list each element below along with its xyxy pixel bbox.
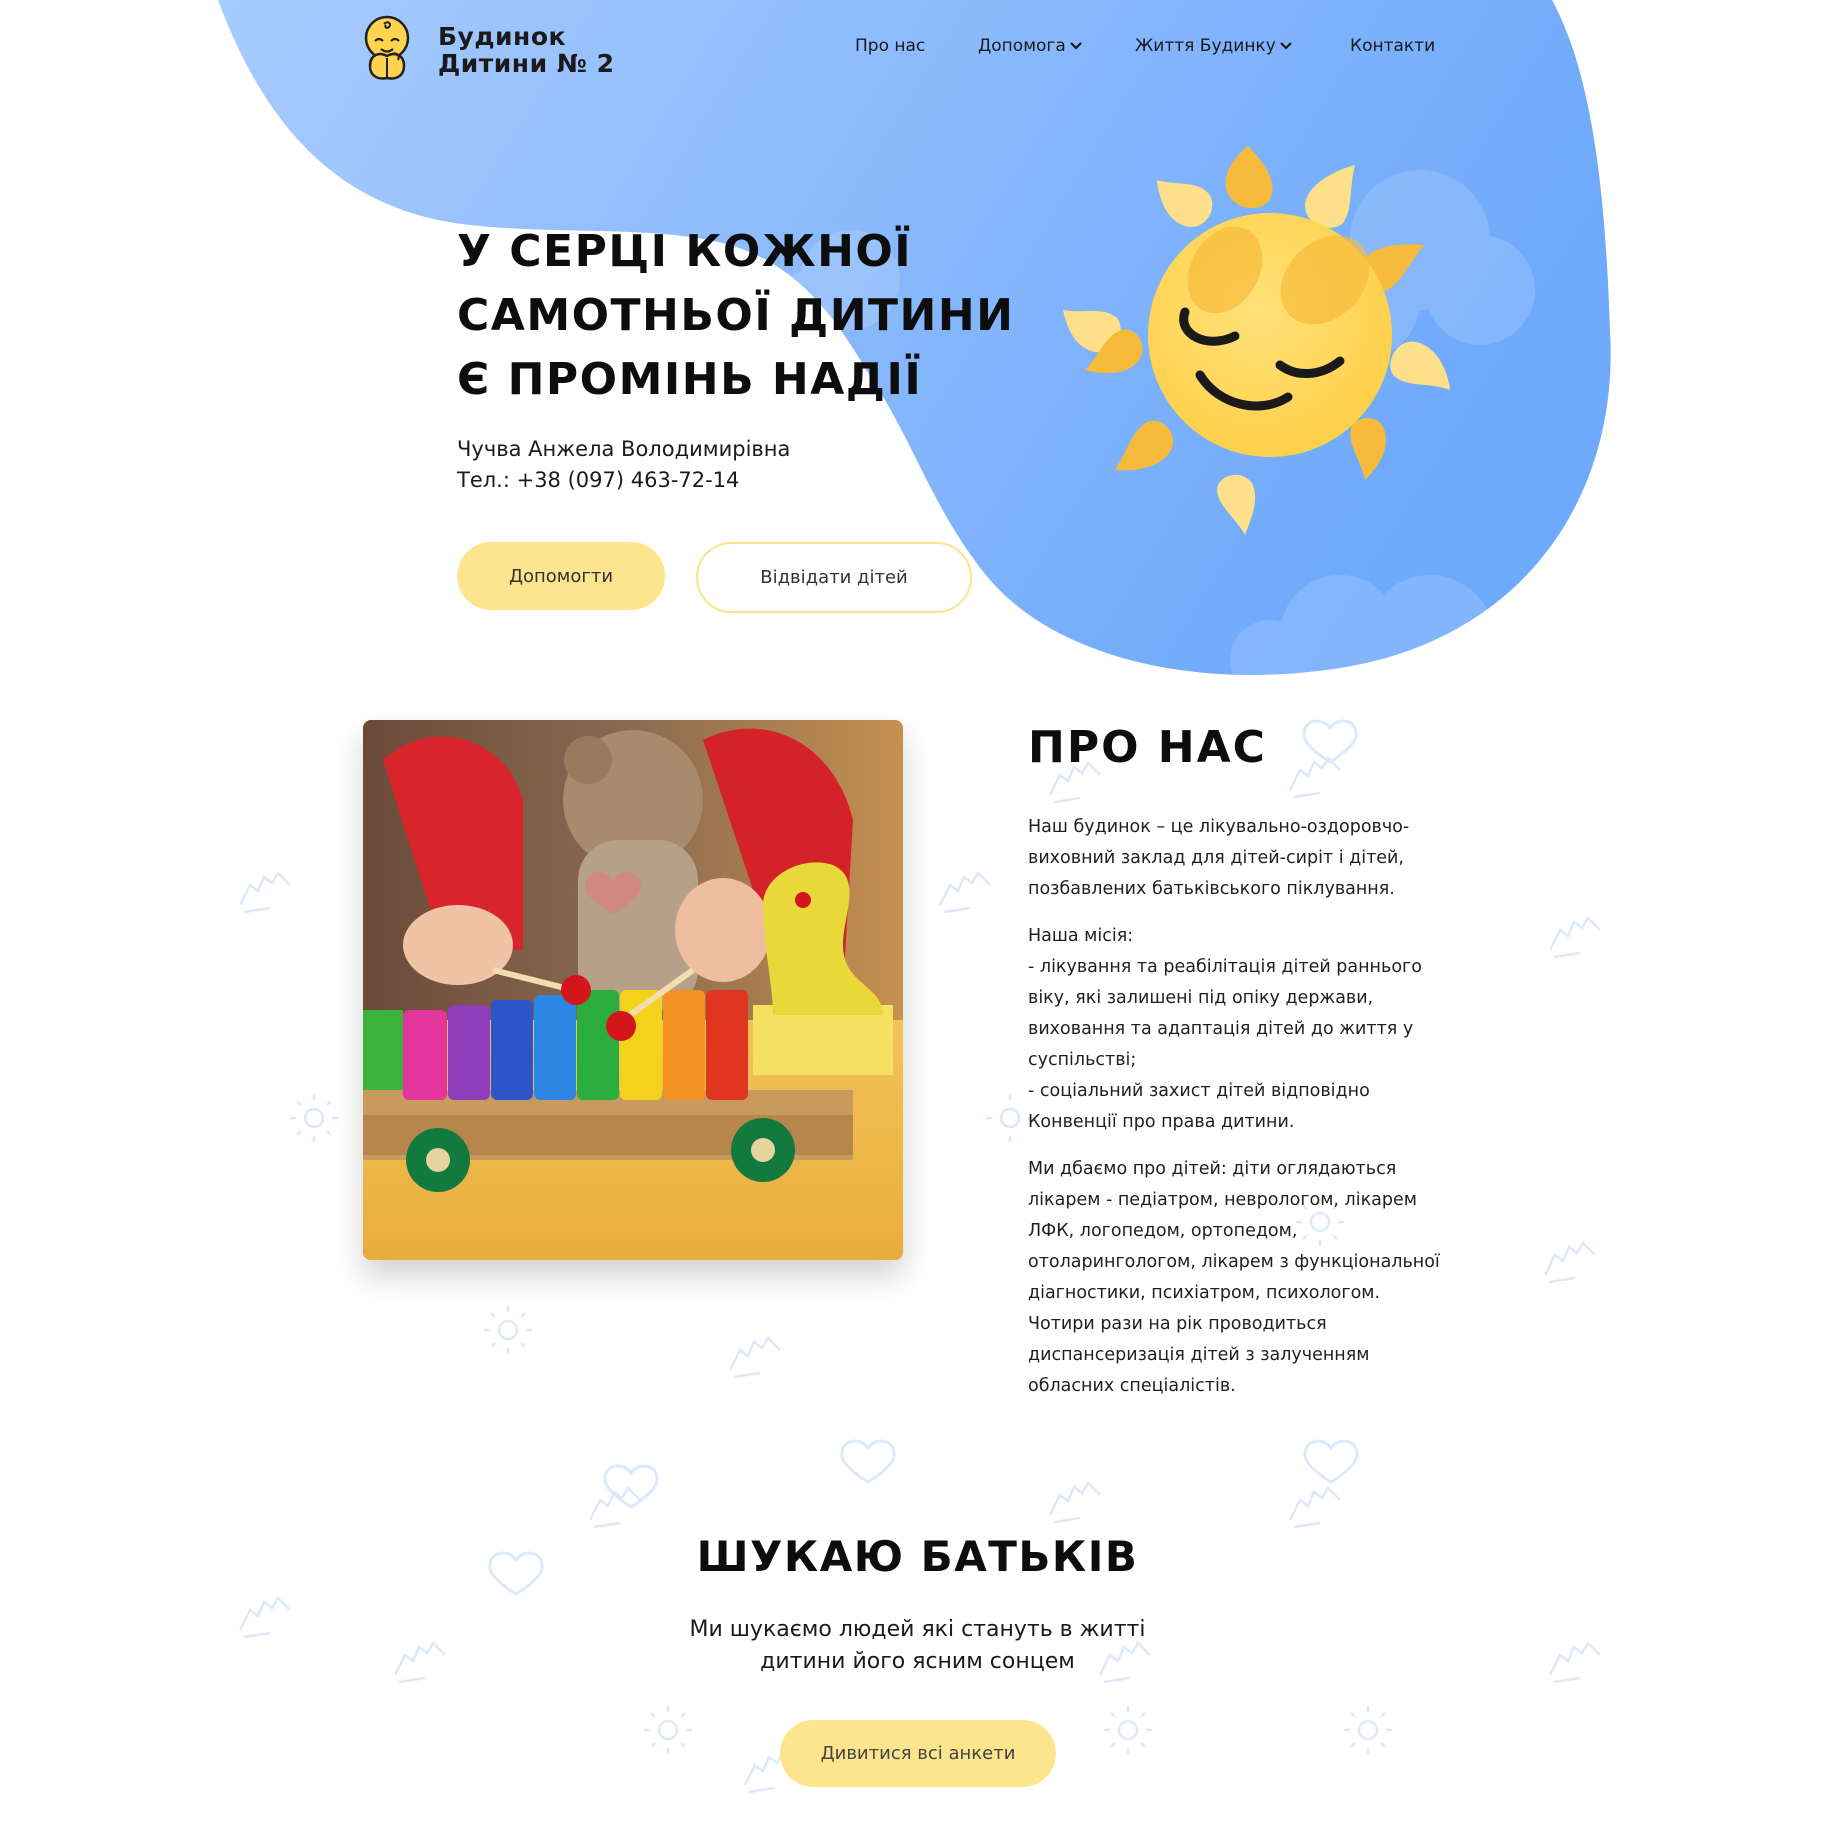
visit-children-button[interactable]: Відвідати дітей <box>696 542 972 613</box>
nav-item-contacts[interactable]: Контакти <box>1350 36 1435 56</box>
contact-phone: Тел.: +38 (097) 463-72-14 <box>457 468 740 492</box>
parents-section-title: ШУКАЮ БАТЬКІВ <box>696 1532 1139 1581</box>
hero-title: У СЕРЦІ КОЖНОЇ САМОТНЬОЇ ДИТИНИ Є ПРОМІН… <box>457 220 1017 412</box>
nav-item-about[interactable]: Про нас <box>855 36 925 56</box>
chevron-down-icon <box>1279 42 1292 50</box>
nav-item-help[interactable]: Допомога <box>978 36 1083 56</box>
about-paragraph: Ми дбаємо про дітей: діти оглядаються лі… <box>1028 1159 1440 1396</box>
heart-icon <box>1302 719 1358 764</box>
sun-outline-icon <box>484 1306 532 1354</box>
about-paragraph: Наша місія: - лікування та реабілітація … <box>1028 926 1422 1132</box>
nav-item-life[interactable]: Життя Будинку <box>1135 36 1293 56</box>
parents-subtitle-line: дитини його ясним сонцем <box>760 1649 1075 1674</box>
contact-name: Чучва Анжела Володимирівна <box>457 437 791 461</box>
view-all-profiles-button[interactable]: Дивитися всі анкети <box>780 1720 1056 1787</box>
about-paragraph: Наш будинок – це лікувально-оздоровчо- в… <box>1028 817 1410 899</box>
nav-label: Про нас <box>855 36 926 56</box>
about-title: ПРО НАС <box>1028 722 1267 773</box>
logo-text: Будинок Дитини № 2 <box>438 23 614 77</box>
sun-outline-icon <box>1104 1706 1152 1754</box>
sun-outline-icon <box>1344 1706 1392 1754</box>
contact-info: Чучва Анжела Володимирівна Тел.: +38 (09… <box>457 434 790 496</box>
heart-icon <box>840 1439 896 1484</box>
baby-logo-icon <box>364 15 410 80</box>
chevron-down-icon <box>1070 42 1082 50</box>
sun-outline-icon <box>290 1094 338 1142</box>
parents-subtitle-line: Ми шукаємо людей які стануть в житті <box>689 1617 1146 1642</box>
about-text: Наш будинок – це лікувально-оздоровчо- в… <box>1028 812 1498 1418</box>
help-button[interactable]: Допомогти <box>457 542 665 610</box>
nav-label: Життя Будинку <box>1135 36 1276 56</box>
nav-label: Контакти <box>1350 36 1436 56</box>
xylophone-photo <box>363 720 903 1260</box>
smiling-sun-illustration <box>1063 146 1450 535</box>
logo-line-2: Дитини № 2 <box>438 49 615 78</box>
hero-title-line: САМОТНЬОЇ ДИТИНИ <box>457 290 1015 341</box>
nav-label: Допомога <box>978 36 1066 56</box>
sun-outline-icon <box>644 1706 692 1754</box>
parents-subtitle: Ми шукаємо людей які стануть в житті дит… <box>0 1614 1835 1678</box>
hero-title-line: У СЕРЦІ КОЖНОЇ <box>457 226 913 277</box>
sun-outline-icon <box>986 1094 1034 1142</box>
logo-line-1: Будинок <box>438 22 566 51</box>
site-logo[interactable]: Будинок Дитини № 2 <box>362 14 614 86</box>
heart-icon <box>1303 1439 1359 1484</box>
heart-icon <box>603 1464 659 1509</box>
about-photo-child-xylophone <box>363 720 903 1260</box>
hero-title-line: Є ПРОМІНЬ НАДІЇ <box>457 354 923 405</box>
